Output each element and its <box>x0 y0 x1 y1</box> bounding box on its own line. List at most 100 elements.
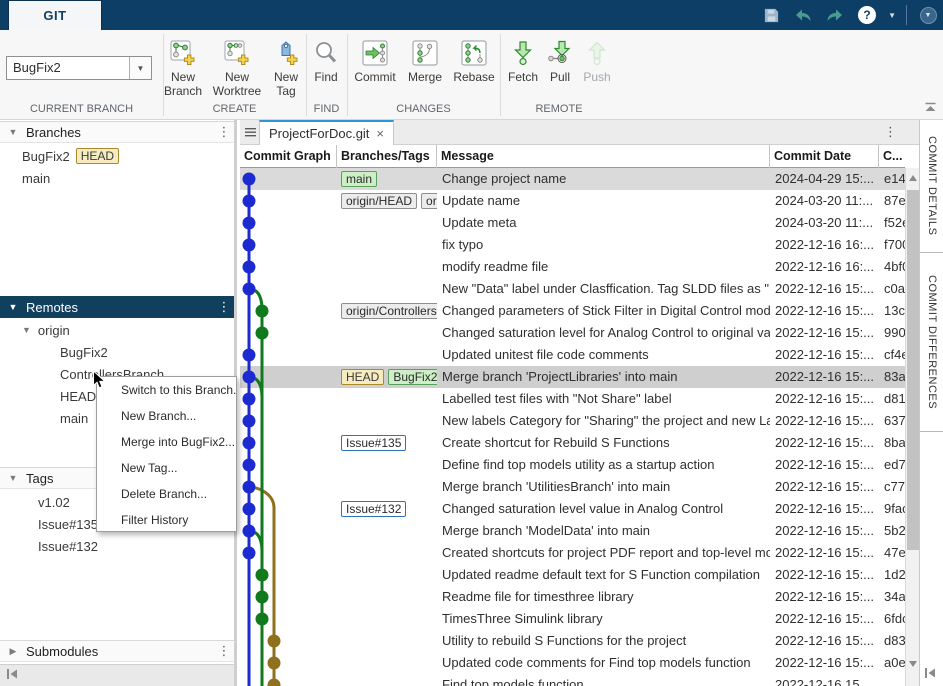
commit-row[interactable]: Issue#132Changed saturation level value … <box>240 498 905 520</box>
tab-commit-details[interactable]: COMMIT DETAILS <box>920 120 943 253</box>
commit-row[interactable]: fix typo2022-12-16 16:...f7000 <box>240 234 905 256</box>
menu-item-filter-history[interactable]: Filter History <box>97 507 236 533</box>
commit-date: 2022-12-16 15:... <box>770 410 879 432</box>
menu-item-merge-into-bugfix2[interactable]: Merge into BugFix2... <box>97 429 236 455</box>
new-branch-label: NewBranch <box>156 70 210 98</box>
section-header-branches[interactable]: ▼ Branches ⋮ <box>0 121 234 143</box>
scroll-up-icon[interactable] <box>906 170 920 186</box>
sidebar-item-main[interactable]: main <box>60 407 88 429</box>
combobox-dropdown-icon[interactable]: ▼ <box>129 57 151 79</box>
commit-row[interactable]: Updated code comments for Find top model… <box>240 652 905 674</box>
window-menu-icon[interactable]: ▼ <box>917 4 939 26</box>
commit-row[interactable]: New labels Category for "Sharing" the pr… <box>240 410 905 432</box>
commit-row[interactable]: Created shortcuts for project PDF report… <box>240 542 905 564</box>
commit-row[interactable]: Updated readme default text for S Functi… <box>240 564 905 586</box>
collapse-panel-icon[interactable] <box>5 667 19 684</box>
remote-origin[interactable]: ▼ origin <box>22 319 70 341</box>
sidebar-item-issue-132[interactable]: Issue#132 <box>38 535 98 557</box>
scroll-down-icon[interactable] <box>906 656 920 672</box>
tab-git[interactable]: GIT <box>8 0 102 30</box>
commit-icon <box>348 36 402 66</box>
commit-row[interactable]: mainChange project name2024-04-29 15:...… <box>240 168 905 190</box>
sidebar-item-bugfix2[interactable]: BugFix2HEAD <box>22 145 119 167</box>
commit-hash: cf4ee <box>879 344 905 366</box>
commit-row[interactable]: Labelled test files with "Not Share" lab… <box>240 388 905 410</box>
close-icon[interactable]: × <box>376 126 384 141</box>
merge-button[interactable]: Merge <box>398 36 452 110</box>
sidebar-item-bugfix2[interactable]: BugFix2 <box>60 341 108 363</box>
collapse-right-panel-icon[interactable] <box>923 666 937 683</box>
column-header-message[interactable]: Message <box>437 145 770 168</box>
commit-row[interactable]: Find top models function2022-12-16 15... <box>240 674 905 686</box>
badges-cell <box>337 608 437 630</box>
find-button[interactable]: Find <box>299 36 353 110</box>
commit-row[interactable]: modify readme file2022-12-16 16:...4bf0c <box>240 256 905 278</box>
commit-row[interactable]: Changed saturation level for Analog Cont… <box>240 322 905 344</box>
commit-date: 2022-12-16 15:... <box>770 300 879 322</box>
commit-row[interactable]: Updated unitest file code comments2022-1… <box>240 344 905 366</box>
push-button[interactable]: Push <box>570 36 624 110</box>
save-icon[interactable] <box>760 4 782 26</box>
new-worktree-label: NewWorktree <box>210 70 264 98</box>
commit-row[interactable]: Update meta2024-03-20 11:...f52e5 <box>240 212 905 234</box>
menu-item-new-branch[interactable]: New Branch... <box>97 403 236 429</box>
commit-row[interactable]: origin/HEADoriUpdate name2024-03-20 11:.… <box>240 190 905 212</box>
sidebar-item-main[interactable]: main <box>22 167 50 189</box>
sidebar-item-head[interactable]: HEAD <box>60 385 96 407</box>
help-icon[interactable]: ? <box>856 4 878 26</box>
commit-row[interactable]: TimesThree Simulink library2022-12-16 15… <box>240 608 905 630</box>
commit-row[interactable]: Merge branch 'UtilitiesBranch' into main… <box>240 476 905 498</box>
sidebar-item-v1-02[interactable]: v1.02 <box>38 491 70 513</box>
commit-row[interactable]: Define find top models utility as a star… <box>240 454 905 476</box>
commit-message: Updated unitest file code comments <box>437 344 770 366</box>
expand-arrow-icon[interactable]: ▶ <box>0 646 26 657</box>
commit-message: Updated code comments for Find top model… <box>437 652 770 674</box>
commit-row[interactable]: Merge branch 'ModelData' into main2022-1… <box>240 520 905 542</box>
sidebar-item-issue-135[interactable]: Issue#135 <box>38 513 98 535</box>
column-header-commit-date[interactable]: Commit Date <box>770 145 879 168</box>
section-header-submodules[interactable]: ▶ Submodules ⋮ <box>0 640 234 662</box>
commit-row[interactable]: Readme file for timesthree library2022-1… <box>240 586 905 608</box>
commit-row[interactable]: Issue#135Create shortcut for Rebuild S F… <box>240 432 905 454</box>
badges-cell <box>337 410 437 432</box>
tab-commit-differences[interactable]: COMMIT DIFFERENCES <box>920 254 943 432</box>
remotes-menu-icon[interactable]: ⋮ <box>214 299 234 315</box>
undo-icon[interactable] <box>792 4 814 26</box>
table-scrollbar[interactable] <box>905 168 919 686</box>
section-label-create: CREATE <box>163 103 306 115</box>
collapse-arrow-icon[interactable]: ▼ <box>0 127 26 137</box>
menu-item-switch-to-this-branch[interactable]: Switch to this Branch... <box>97 377 236 403</box>
redo-icon[interactable] <box>824 4 846 26</box>
submodules-menu-icon[interactable]: ⋮ <box>214 643 234 659</box>
commit-row[interactable]: HEADBugFix2Merge branch 'ProjectLibrarie… <box>240 366 905 388</box>
current-branch-combobox[interactable]: BugFix2 ▼ <box>6 56 152 80</box>
commit-row[interactable]: origin/ControllersChanged parameters of … <box>240 300 905 322</box>
badges-cell <box>337 322 437 344</box>
scrollbar-thumb[interactable] <box>907 190 919 550</box>
collapse-arrow-icon[interactable]: ▼ <box>0 473 26 483</box>
new-worktree-button[interactable]: NewWorktree <box>210 36 264 110</box>
badges-cell <box>337 652 437 674</box>
commit-message: Create shortcut for Rebuild S Functions <box>437 432 770 454</box>
tab-projectfordoc-git[interactable]: ProjectForDoc.git × <box>259 120 394 145</box>
collapse-arrow-icon[interactable]: ▼ <box>0 302 26 312</box>
column-header-hash[interactable]: C... <box>879 145 905 168</box>
column-header-commit-graph[interactable]: Commit Graph <box>240 145 337 168</box>
collapse-toolstrip-icon[interactable] <box>924 100 937 115</box>
tab-list-icon[interactable] <box>242 124 258 141</box>
menu-item-new-tag[interactable]: New Tag... <box>97 455 236 481</box>
column-header-branches-tags[interactable]: Branches/Tags <box>337 145 437 168</box>
section-header-remotes[interactable]: ▼ Remotes ⋮ <box>0 296 234 318</box>
help-caret-icon[interactable]: ▼ <box>888 11 896 20</box>
new-branch-button[interactable]: NewBranch <box>156 36 210 110</box>
commit-row[interactable]: Utility to rebuild S Functions for the p… <box>240 630 905 652</box>
commit-button[interactable]: Commit <box>348 36 402 110</box>
expand-arrow-icon[interactable]: ▼ <box>22 325 31 335</box>
toolstrip-section-separator <box>163 34 164 116</box>
menu-item-delete-branch[interactable]: Delete Branch... <box>97 481 236 507</box>
commit-row[interactable]: New "Data" label under Clasffication. Ta… <box>240 278 905 300</box>
tab-bar-menu-icon[interactable]: ⋮ <box>884 124 897 140</box>
rebase-button[interactable]: Rebase <box>447 36 501 110</box>
badges-cell <box>337 234 437 256</box>
branches-menu-icon[interactable]: ⋮ <box>214 124 234 140</box>
